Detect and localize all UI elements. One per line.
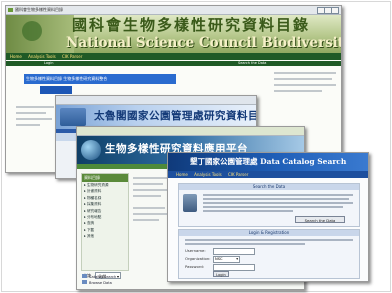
organization-label: Organization: [185, 256, 211, 261]
panel-blue-block [40, 86, 72, 94]
search-banner: 墾丁國家公園管理處 Data Catalog Search [168, 153, 368, 171]
left-text-line [16, 106, 54, 108]
chevron-down-icon: ▾ [236, 257, 238, 261]
right-text-line [274, 90, 322, 92]
login-panel-heading-text: Login & Registration [248, 230, 290, 235]
organization-select[interactable]: NSC ▾ [213, 256, 240, 263]
window-titlebar [77, 127, 304, 136]
description-line [203, 210, 293, 212]
username-input[interactable] [213, 248, 255, 255]
data-catalog-search-window: 墾丁國家公園管理處 Data Catalog Search Home Analy… [167, 152, 369, 282]
left-text-line [16, 118, 52, 120]
side-menu: 資料目錄 ▸ 生物研究資源 ▸ 計畫資料 ▸ 物種名錄 ▸ 採集資料 ▸ 研究報… [81, 173, 129, 271]
nav-analysis-tools[interactable]: Analysis Tools [194, 172, 222, 177]
nav-cik-parser[interactable]: CIK Parser [228, 172, 248, 177]
left-text-line [16, 112, 46, 114]
globe-icon [81, 140, 101, 160]
login-note-line [185, 239, 353, 241]
app-icon [8, 8, 13, 12]
database-icon [183, 194, 197, 212]
panel-heading: 生物多樣性資料目錄 生物多樣性研究資料整合 [24, 74, 176, 84]
nav-home[interactable]: Home [10, 54, 22, 59]
menu-item[interactable]: ▸ 其他 [84, 233, 128, 239]
menu-item-label: 生物研究資源 [86, 183, 109, 187]
search-panel-heading: Search the Data [179, 184, 359, 190]
login-panel-heading: Login & Registration [179, 230, 359, 236]
mountain-photo [60, 108, 86, 126]
login-section-label: Login [44, 61, 54, 65]
content-text-line [133, 207, 165, 209]
menu-item-label: 下載 [86, 227, 95, 232]
window-title: 國科會生物多樣性資料目錄 [15, 7, 63, 12]
login-note-line [185, 243, 305, 245]
content-text-line [133, 189, 169, 191]
taroko-title: 太魯閣國家公園管理處研究資料目錄 [94, 110, 257, 122]
description-line [203, 194, 353, 196]
chevron-down-icon: ▾ [116, 274, 119, 279]
description-line [203, 206, 343, 208]
menu-item-label: 研究報告 [86, 208, 102, 213]
bottom-links: Catalog Search Browse Data [82, 274, 116, 286]
close-icon[interactable] [331, 7, 339, 14]
description-line [203, 202, 353, 204]
content-text-line [133, 219, 159, 221]
menu-item-label: 採集資料 [86, 202, 102, 207]
search-panel: Search the Data Search the Data [178, 183, 360, 227]
main-nav-bar: Home Analysis Tools CIK Parser [6, 53, 341, 60]
right-text-line [274, 78, 332, 80]
login-button-label: Login [216, 273, 226, 277]
banner-chinese-title: 國科會生物多樣性研究資料目錄 [72, 17, 311, 34]
username-label: Username: [185, 248, 206, 253]
search-section-label: Search the Data [238, 61, 267, 65]
banner-english-title: National Science Council Biodiversity Da… [66, 35, 341, 51]
menu-item-label: 查詢 [86, 221, 95, 226]
login-panel: Login & Registration Username: Organizat… [178, 229, 360, 279]
section-bar: Login Search the Data [6, 61, 341, 66]
search-panel-heading-text: Search the Data [252, 184, 286, 189]
nav-cik-parser[interactable]: CIK Parser [62, 54, 82, 59]
right-text-line [274, 72, 336, 74]
menu-item-label: 其他 [86, 234, 95, 239]
window-titlebar: 國科會生物多樣性資料目錄 [6, 6, 341, 15]
search-the-data-button[interactable]: Search the Data [295, 216, 345, 223]
bottom-link[interactable]: Browse Data [82, 280, 116, 286]
menu-heading-text: 資料目錄 [84, 175, 100, 180]
right-text-line [274, 84, 336, 86]
search-button-label: Search the Data [304, 218, 336, 223]
menu-item-label: 計畫資料 [86, 189, 102, 194]
window-titlebar [56, 96, 256, 105]
link-icon [82, 280, 87, 284]
nav-home[interactable]: Home [176, 172, 188, 177]
link-icon [82, 274, 87, 278]
bottom-link-label: Browse Data [89, 281, 112, 285]
password-input[interactable] [213, 264, 255, 271]
menu-item-label: 物種名錄 [86, 195, 102, 200]
search-banner-title: 墾丁國家公園管理處 Data Catalog Search [190, 157, 347, 166]
nav-analysis-tools[interactable]: Analysis Tools [28, 54, 56, 59]
catalog-banner: 國科會生物多樣性研究資料目錄 National Science Council … [6, 15, 341, 53]
organization-value: NSC [215, 257, 223, 261]
content-text-line [133, 213, 167, 215]
left-text-line [16, 124, 40, 126]
search-nav-bar: Home Analysis Tools CIK Parser [168, 171, 368, 178]
menu-heading: 資料目錄 [82, 174, 128, 182]
logo-circle-icon [22, 21, 42, 41]
menu-item-label: 分布地點 [86, 215, 102, 220]
panel-heading-text: 生物多樣性資料目錄 生物多樣性研究資料整合 [26, 76, 108, 81]
content-text-line [133, 177, 167, 179]
bottom-link-label: Catalog Search [89, 275, 117, 279]
login-button[interactable]: Login [213, 271, 229, 277]
description-line [203, 198, 349, 200]
content-text-line [133, 195, 161, 197]
content-text-line [133, 183, 163, 185]
password-label: Password: [185, 264, 205, 269]
